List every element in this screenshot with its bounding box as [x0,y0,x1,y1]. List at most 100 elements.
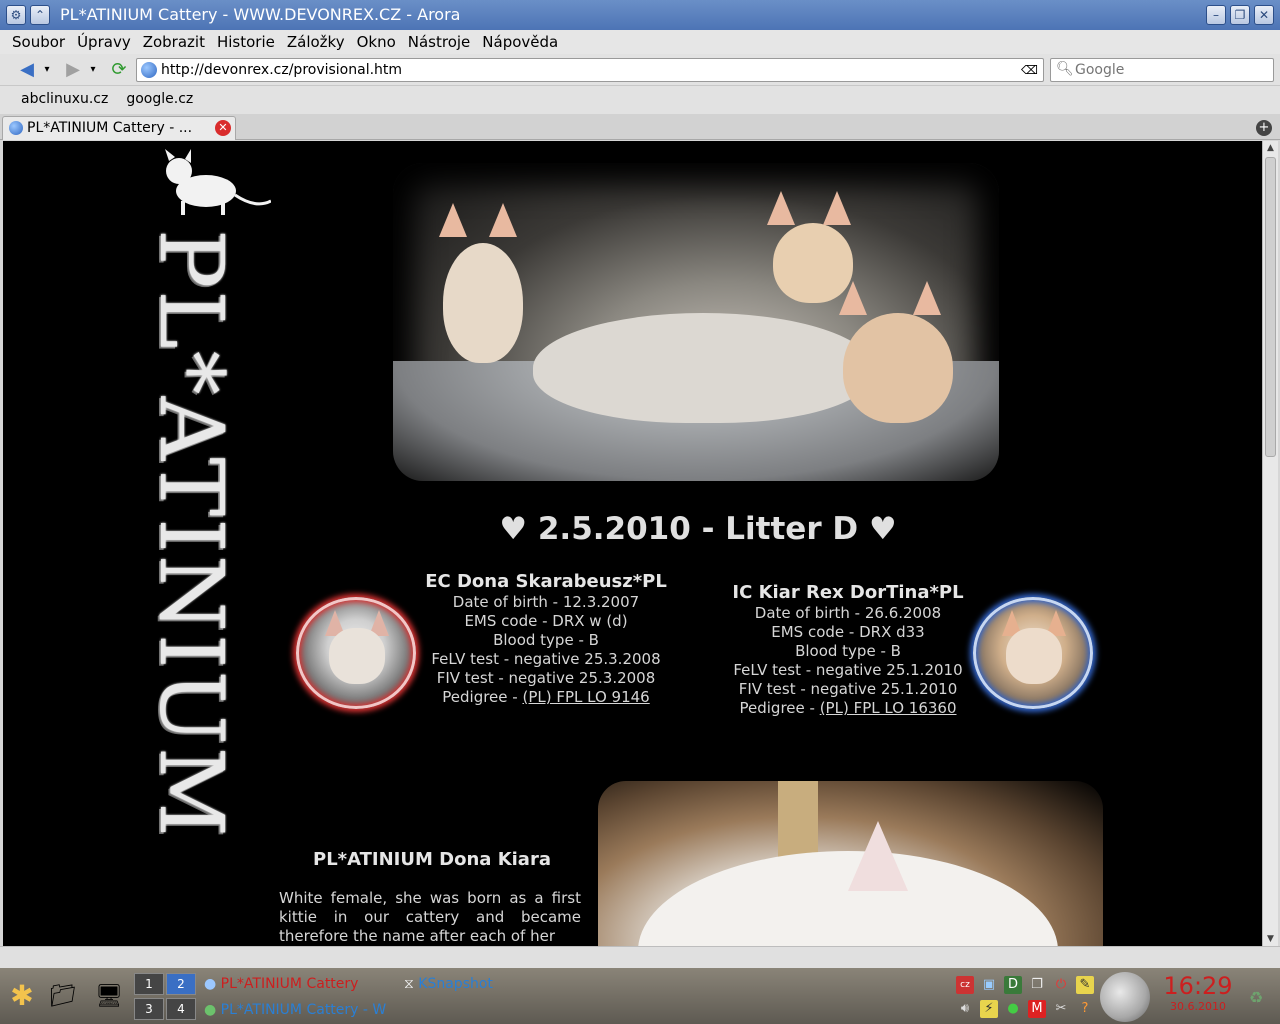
battery-icon[interactable]: ⚡ [980,1000,998,1018]
bookmark-abclinuxu[interactable]: abclinuxu.cz [14,86,115,114]
address-bar[interactable]: ⌫ [136,58,1044,82]
keep-above-icon[interactable]: ⌃ [30,5,50,25]
help-icon[interactable]: ? [1076,1000,1094,1018]
page-viewport[interactable]: PL*ATINIUM ♥ 2.5.2010 - Litter D ♥ EC Do… [3,141,1262,946]
menu-soubor[interactable]: Soubor [6,30,71,54]
window-titlebar: ⚙ ⌃ PL*ATINIUM Cattery - WWW.DEVONREX.CZ… [0,0,1280,30]
task-platinium-cattery-w[interactable]: ● PL*ATINIUM Cattery - W [204,1002,386,1018]
scrollbar-thumb[interactable] [1265,157,1276,457]
url-input[interactable] [161,61,1011,79]
father-name: IC Kiar Rex DorTina*PL [732,582,964,603]
d-app-icon[interactable]: D [1004,976,1022,994]
power-icon[interactable]: ⏻ [1052,976,1070,994]
father-ems: EMS code - DRX d33 [771,623,925,641]
close-window-icon[interactable]: ✕ [1254,5,1274,25]
show-desktop-icon[interactable]: 🖥︎ [92,982,126,1012]
kitten-kiara-photo [598,781,1103,946]
menu-napoveda[interactable]: Nápověda [476,30,564,54]
new-tab-icon[interactable]: + [1256,120,1272,136]
tab-globe-icon [9,121,23,135]
notes-icon[interactable]: ✎ [1076,976,1094,994]
clock-date: 30.6.2010 [1170,1000,1226,1013]
father-fiv: FIV test - negative 25.1.2010 [738,680,958,698]
navigation-toolbar: ◀ ▾ ▶ ▾ ⟳ ⌫ 🔍︎ [0,54,1280,86]
status-bar [0,946,1280,968]
close-tab-icon[interactable]: ✕ [215,120,231,136]
desktop-2[interactable]: 2 [166,973,196,995]
mother-dob: Date of birth - 12.3.2007 [452,593,640,611]
tab-label: PL*ATINIUM Cattery - ... [27,120,193,136]
task-label: PL*ATINIUM Cattery [220,976,359,992]
desktop-1[interactable]: 1 [134,973,164,995]
father-pedigree: Pedigree - (PL) FPL LO 16360 [739,699,957,717]
search-input[interactable] [1075,61,1265,79]
tab-platinium-cattery[interactable]: PL*ATINIUM Cattery - ... ✕ [2,116,236,140]
vertical-scrollbar[interactable]: ▲ ▼ [1262,141,1278,946]
mother-blood: Blood type - B [493,631,599,649]
clock[interactable]: 16:29 30.6.2010 [1158,972,1238,1014]
bookmarks-bar: abclinuxu.cz google.cz [0,86,1280,114]
network-icon[interactable]: ▣ [980,976,998,994]
mother-felv: FeLV test - negative 25.3.2008 [431,650,661,668]
tools-icon[interactable]: ✂ [1052,1000,1070,1018]
file-manager-icon[interactable]: 📁︎ [46,982,80,1012]
father-blood: Blood type - B [795,642,901,660]
task-label: PL*ATINIUM Cattery - W [220,1002,387,1018]
desktop-4[interactable]: 4 [166,998,196,1020]
maximize-icon[interactable]: ❐ [1230,5,1250,25]
clipboard-icon[interactable]: ❐ [1028,976,1046,994]
bookmark-google[interactable]: google.cz [119,86,200,114]
window-title: PL*ATINIUM Cattery - WWW.DEVONREX.CZ - A… [60,5,461,24]
ksnapshot-icon: ⧖ [404,976,414,992]
forward-arrow-icon[interactable]: ▶ [62,60,84,80]
menu-zobrazit[interactable]: Zobrazit [137,30,211,54]
mail-icon[interactable]: M [1028,1000,1046,1018]
kde-menu-icon[interactable]: ✱ [4,978,40,1014]
menu-zalozky[interactable]: Záložky [281,30,351,54]
task-platinium-cattery[interactable]: ● PL*ATINIUM Cattery [204,976,358,992]
task-ksnapshot[interactable]: ⧖ KSnapshot [404,976,493,992]
status-icon[interactable]: ● [1004,1000,1022,1018]
moon-phase-icon [1100,972,1150,1022]
desktop-3[interactable]: 3 [134,998,164,1020]
mother-name: EC Dona Skarabeusz*PL [425,571,667,592]
platinium-logo: PL*ATINIUM [140,149,281,839]
search-bar[interactable]: 🔍︎ [1050,58,1274,82]
clock-time: 16:29 [1163,972,1233,1000]
minimize-icon[interactable]: – [1206,5,1226,25]
father-dob: Date of birth - 26.6.2008 [754,604,942,622]
menu-upravy[interactable]: Úpravy [71,30,137,54]
reload-icon[interactable]: ⟳ [108,60,130,80]
menu-nastroje[interactable]: Nástroje [402,30,477,54]
cat-silhouette-icon [165,149,271,215]
scroll-down-icon[interactable]: ▼ [1263,932,1278,946]
mother-info: EC Dona Skarabeusz*PL Date of birth - 12… [421,571,671,707]
task-globe-icon: ● [204,976,217,992]
mother-photo [296,597,416,709]
father-photo [973,597,1093,709]
menu-historie[interactable]: Historie [211,30,281,54]
menu-okno[interactable]: Okno [351,30,402,54]
litter-title: ♥ 2.5.2010 - Litter D ♥ [499,511,897,547]
father-info: IC Kiar Rex DorTina*PL Date of birth - 2… [703,582,993,718]
father-felv: FeLV test - negative 25.1.2010 [733,661,963,679]
forward-history-dropdown-icon[interactable]: ▾ [86,60,100,80]
keyboard-layout-icon[interactable]: cz [956,976,974,994]
system-tray: cz ▣ D ❐ ⏻ ✎ 🔊︎ ⚡ ● M ✂ ? [954,974,1096,1020]
mother-fiv: FIV test - negative 25.3.2008 [436,669,656,687]
window-menu-icon[interactable]: ⚙ [6,5,26,25]
clear-url-icon[interactable]: ⌫ [1021,62,1038,78]
trash-icon[interactable]: ♻ [1246,988,1266,1010]
kde-taskbar: ✱ 📁︎ 🖥︎ 1 2 3 4 ● PL*ATINIUM Cattery ⧖ K… [0,968,1280,1024]
back-arrow-icon[interactable]: ◀ [16,60,38,80]
kittens-hero-photo [393,163,999,481]
father-pedigree-link[interactable]: (PL) FPL LO 16360 [820,699,957,717]
kitten-description: White female, she was born as a first ki… [279,889,581,945]
mother-pedigree-link[interactable]: (PL) FPL LO 9146 [522,688,649,706]
site-globe-icon [141,62,157,78]
back-history-dropdown-icon[interactable]: ▾ [40,60,54,80]
task-leaf-icon: ● [204,1002,217,1018]
volume-icon[interactable]: 🔊︎ [956,1000,974,1018]
scroll-up-icon[interactable]: ▲ [1263,141,1278,155]
task-label: KSnapshot [418,976,493,992]
